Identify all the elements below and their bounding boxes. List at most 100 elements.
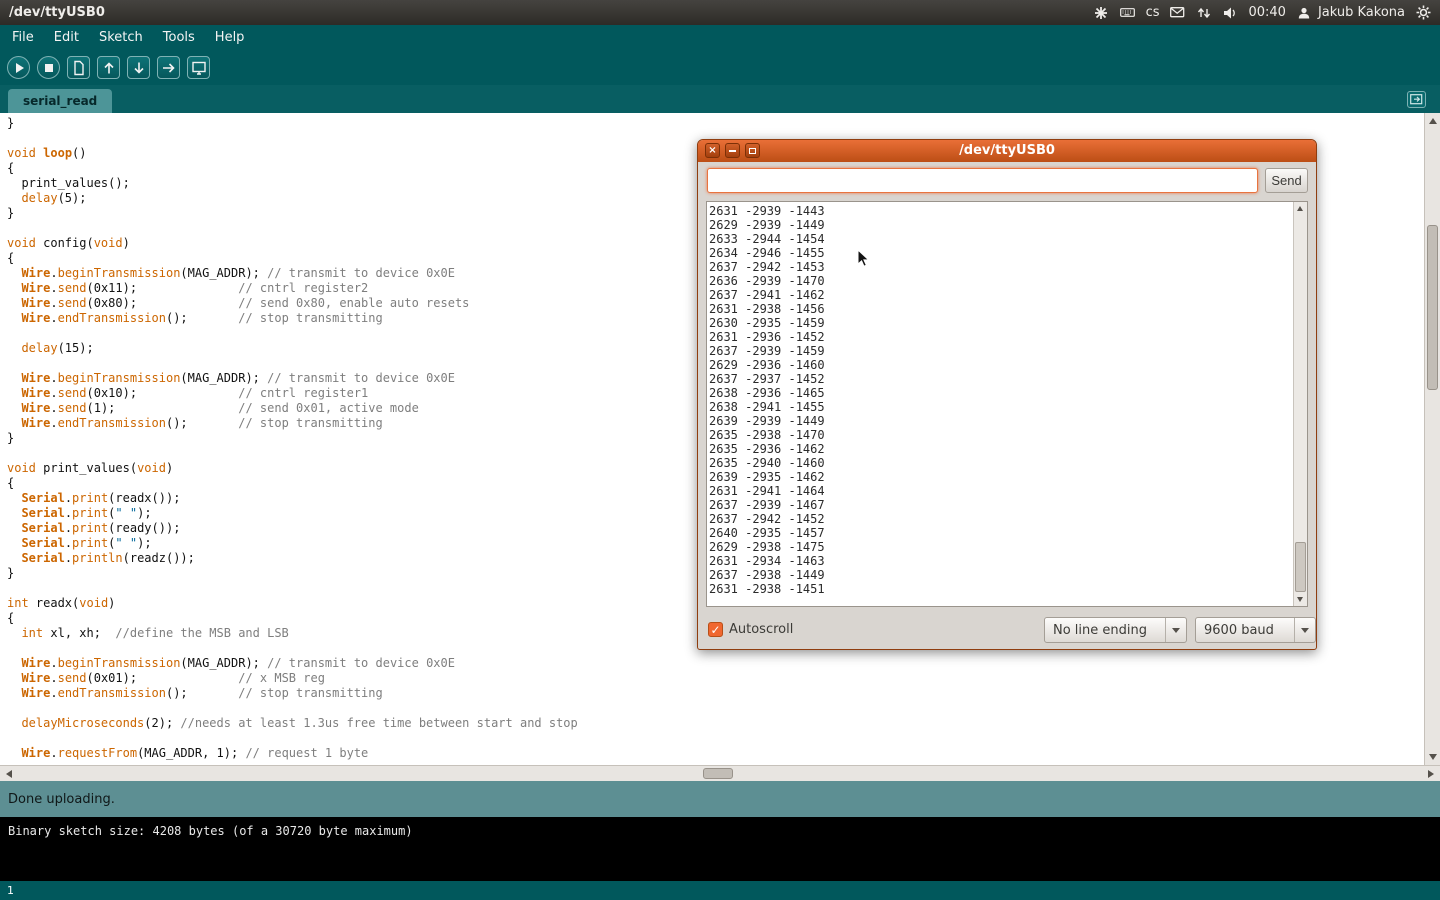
scroll-down-arrow-icon[interactable] xyxy=(1429,754,1437,760)
scroll-right-arrow-icon[interactable] xyxy=(1428,770,1434,778)
editor-horizontal-scrollbar[interactable] xyxy=(0,765,1440,781)
serial-line: 2637 -2942 -1452 xyxy=(709,512,1291,526)
keyboard-layout-label[interactable]: cs xyxy=(1146,5,1160,20)
chevron-down-icon[interactable] xyxy=(1294,618,1315,642)
code-line xyxy=(7,701,1424,716)
network-arrows-icon[interactable] xyxy=(1196,5,1211,20)
serial-output-lines: 2631 -2939 -14432629 -2939 -14492633 -29… xyxy=(709,204,1291,604)
current-line-number: 1 xyxy=(7,884,14,897)
serial-line: 2629 -2939 -1449 xyxy=(709,218,1291,232)
user-menu[interactable]: Jakub Kakona xyxy=(1297,5,1405,20)
send-button[interactable]: Send xyxy=(1265,168,1308,193)
chevron-down-icon[interactable] xyxy=(1165,618,1186,642)
save-button[interactable] xyxy=(127,56,150,79)
mail-icon[interactable] xyxy=(1170,5,1185,20)
serial-monitor-controls: Autoscroll No line ending 9600 baud xyxy=(706,616,1308,644)
editor-vertical-scrollbar[interactable] xyxy=(1424,113,1440,765)
maximize-icon[interactable] xyxy=(745,143,760,158)
console-text: Binary sketch size: 4208 bytes (of a 307… xyxy=(8,824,413,838)
scroll-left-arrow-icon[interactable] xyxy=(6,770,12,778)
line-ending-value: No line ending xyxy=(1053,618,1147,643)
serial-line: 2637 -2939 -1459 xyxy=(709,344,1291,358)
autoscroll-label[interactable]: Autoscroll xyxy=(729,622,793,637)
serial-send-input[interactable] xyxy=(707,168,1258,193)
serial-line: 2639 -2935 -1462 xyxy=(709,470,1291,484)
minimize-icon[interactable] xyxy=(725,143,740,158)
new-sketch-button[interactable] xyxy=(67,56,90,79)
user-icon xyxy=(1297,5,1312,20)
serial-line: 2631 -2934 -1463 xyxy=(709,554,1291,568)
serial-scroll-down-icon[interactable] xyxy=(1297,597,1303,602)
clock[interactable]: 00:40 xyxy=(1248,5,1285,20)
baud-rate-dropdown[interactable]: 9600 baud xyxy=(1195,617,1316,643)
menubar: File Edit Sketch Tools Help xyxy=(0,25,1440,50)
serial-monitor-button[interactable] xyxy=(187,56,210,79)
serial-line: 2637 -2937 -1452 xyxy=(709,372,1291,386)
toolbar xyxy=(0,50,1440,85)
volume-icon[interactable] xyxy=(1222,5,1237,20)
serial-line: 2631 -2938 -1451 xyxy=(709,582,1291,596)
serial-monitor-title: /dev/ttyUSB0 xyxy=(959,143,1055,158)
serial-line: 2639 -2939 -1449 xyxy=(709,414,1291,428)
serial-line: 2636 -2939 -1470 xyxy=(709,274,1291,288)
serial-line: 2631 -2936 -1452 xyxy=(709,330,1291,344)
mouse-cursor xyxy=(857,249,873,273)
serial-line: 2637 -2942 -1453 xyxy=(709,260,1291,274)
open-button[interactable] xyxy=(97,56,120,79)
code-line xyxy=(7,731,1424,746)
top-panel: /dev/ttyUSB0 cs 00:40 Jakub Kakona xyxy=(0,0,1440,25)
code-line: Wire.endTransmission(); // stop transmit… xyxy=(7,686,1424,701)
session-gear-icon[interactable] xyxy=(1416,5,1431,20)
editor-hscroll-thumb[interactable] xyxy=(703,768,733,779)
serial-line: 2638 -2936 -1465 xyxy=(709,386,1291,400)
menu-file[interactable]: File xyxy=(2,25,44,50)
tab-menu-button[interactable] xyxy=(1407,91,1426,108)
code-line: Wire.beginTransmission(MAG_ADDR); // tra… xyxy=(7,656,1424,671)
serial-monitor-titlebar[interactable]: × /dev/ttyUSB0 xyxy=(698,140,1316,162)
serial-line: 2637 -2938 -1449 xyxy=(709,568,1291,582)
editor-vscroll-thumb[interactable] xyxy=(1427,225,1438,390)
tab-serial-read[interactable]: serial_read xyxy=(8,89,112,113)
upload-button[interactable] xyxy=(157,56,180,79)
menu-sketch[interactable]: Sketch xyxy=(89,25,153,50)
serial-line: 2631 -2938 -1456 xyxy=(709,302,1291,316)
menu-edit[interactable]: Edit xyxy=(44,25,89,50)
serial-monitor-window: × /dev/ttyUSB0 Send 2631 -2939 -14432629… xyxy=(697,139,1317,650)
serial-line: 2635 -2936 -1462 xyxy=(709,442,1291,456)
serial-line: 2629 -2936 -1460 xyxy=(709,358,1291,372)
serial-scrollbar[interactable] xyxy=(1293,202,1307,606)
verify-button[interactable] xyxy=(7,56,30,79)
code-line: delayMicroseconds(2); //needs at least 1… xyxy=(7,716,1424,731)
scroll-up-arrow-icon[interactable] xyxy=(1429,118,1437,124)
serial-line: 2637 -2941 -1462 xyxy=(709,288,1291,302)
serial-line: 2637 -2939 -1467 xyxy=(709,498,1291,512)
serial-line: 2635 -2940 -1460 xyxy=(709,456,1291,470)
serial-output[interactable]: 2631 -2939 -14432629 -2939 -14492633 -29… xyxy=(706,201,1308,607)
serial-line: 2633 -2944 -1454 xyxy=(709,232,1291,246)
menu-tools[interactable]: Tools xyxy=(153,25,205,50)
keyboard-icon[interactable] xyxy=(1120,5,1135,20)
status-message: Done uploading. xyxy=(8,792,115,807)
code-line: } xyxy=(7,116,1424,131)
serial-line: 2635 -2938 -1470 xyxy=(709,428,1291,442)
user-name: Jakub Kakona xyxy=(1318,5,1405,20)
serial-line: 2629 -2938 -1475 xyxy=(709,540,1291,554)
autoscroll-checkbox[interactable] xyxy=(708,622,723,637)
build-console[interactable]: Binary sketch size: 4208 bytes (of a 307… xyxy=(0,817,1440,881)
serial-line: 2638 -2941 -1455 xyxy=(709,400,1291,414)
serial-line: 2631 -2941 -1464 xyxy=(709,484,1291,498)
close-icon[interactable]: × xyxy=(705,143,720,158)
serial-line: 2640 -2935 -1457 xyxy=(709,526,1291,540)
tab-strip: serial_read xyxy=(0,85,1440,113)
window-title: /dev/ttyUSB0 xyxy=(9,5,105,20)
serial-scroll-thumb[interactable] xyxy=(1295,542,1306,592)
serial-scroll-up-icon[interactable] xyxy=(1297,206,1303,211)
status-bar: Done uploading. xyxy=(0,781,1440,817)
code-line: Wire.requestFrom(MAG_ADDR, 1); // reques… xyxy=(7,746,1424,761)
menu-help[interactable]: Help xyxy=(205,25,255,50)
stop-button[interactable] xyxy=(37,56,60,79)
indicator-icon[interactable] xyxy=(1094,5,1109,20)
baud-rate-value: 9600 baud xyxy=(1204,618,1274,643)
code-line: Wire.send(0x01); // x MSB reg xyxy=(7,671,1424,686)
line-ending-dropdown[interactable]: No line ending xyxy=(1044,617,1187,643)
